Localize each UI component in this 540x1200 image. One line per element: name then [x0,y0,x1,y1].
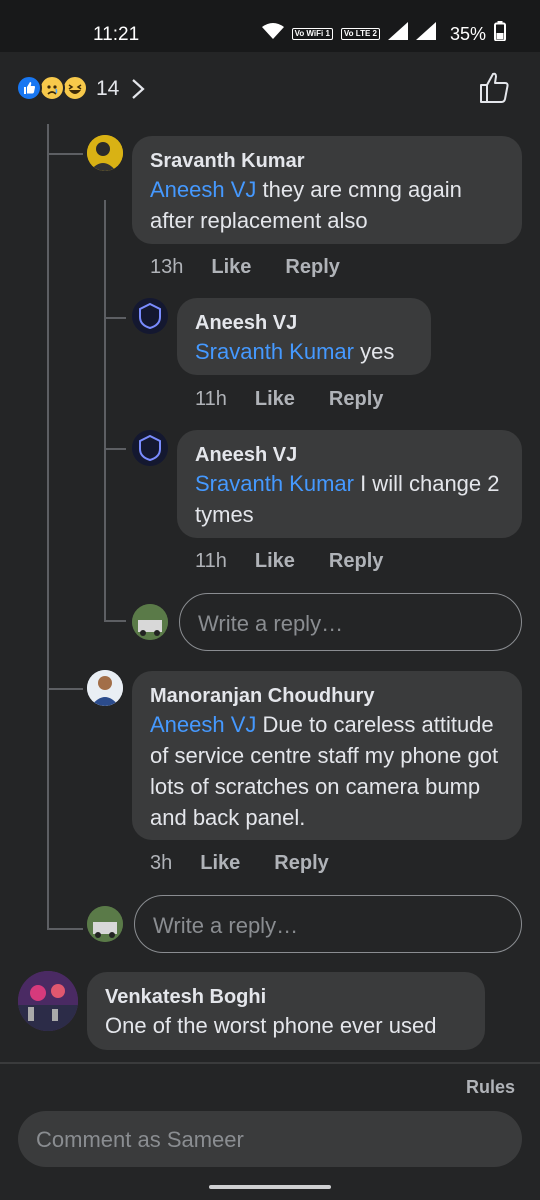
avatar-sravanth[interactable] [87,135,123,171]
comment-input[interactable]: Comment as Sameer [18,1111,522,1167]
thread-connector-5 [47,688,83,690]
thread-connector-2 [104,317,126,319]
home-indicator[interactable] [209,1185,331,1189]
comment-time[interactable]: 11h [195,388,227,411]
divider [0,1062,540,1064]
like-link[interactable]: Like [255,550,295,573]
sad-icon [39,75,65,101]
comment-bubble[interactable]: Manoranjan Choudhury Aneesh VJ Due to ca… [132,671,522,840]
reply-input[interactable]: Write a reply… [179,593,522,651]
avatar-current-user [87,906,123,942]
battery-icon [494,21,506,47]
like-icon [16,75,42,101]
comment-author[interactable]: Aneesh VJ [195,442,504,468]
status-time: 11:21 [93,24,140,45]
battery-percent: 35% [449,23,486,44]
comment-time[interactable]: 3h [150,852,172,875]
haha-icon [62,75,88,101]
comment-text: One of the worst phone ever used [105,1013,437,1038]
volte-badge: Vo LTE 2 [340,28,380,40]
comment-text: Sravanth Kumar I will change 2 tymes [195,471,500,527]
thread-line-nested [104,200,106,620]
thread-connector-6 [47,928,83,930]
reply-link[interactable]: Reply [274,852,328,875]
wifi-icon [261,22,284,46]
comment-bubble[interactable]: Aneesh VJ Sravanth Kumar I will change 2… [177,430,522,538]
reply-link[interactable]: Reply [329,550,383,573]
signal-icon [387,22,408,46]
avatar-manoranjan[interactable] [87,670,123,706]
comment-time[interactable]: 13h [150,256,183,279]
like-link[interactable]: Like [200,852,240,875]
avatar-current-user [132,604,168,640]
like-button-icon[interactable] [476,70,512,111]
comment-bubble[interactable]: Aneesh VJ Sravanth Kumar yes [177,298,431,375]
comment-meta: 11h Like Reply [195,388,417,411]
mention-link[interactable]: Sravanth Kumar [195,339,354,364]
comment-text: Sravanth Kumar yes [195,339,395,364]
comment-bubble[interactable]: Sravanth Kumar Aneesh VJ they are cmng a… [132,136,522,244]
comment-author[interactable]: Manoranjan Choudhury [150,683,504,709]
comment-author[interactable]: Aneesh VJ [195,310,413,336]
thread-line-main [47,124,49,930]
mention-link[interactable]: Aneesh VJ [150,712,256,737]
comment-time[interactable]: 11h [195,550,227,573]
reply-input[interactable]: Write a reply… [134,895,522,953]
comment-bubble[interactable]: Venkatesh Boghi One of the worst phone e… [87,972,485,1050]
signal-icon-2 [415,22,436,46]
rules-link[interactable]: Rules [466,1077,515,1098]
like-link[interactable]: Like [255,388,295,411]
comment-meta: 3h Like Reply [150,852,363,875]
status-icons: Vo WiFi 1 Vo LTE 2 35% [261,21,506,47]
reply-link[interactable]: Reply [329,388,383,411]
chevron-right-icon[interactable] [130,78,146,105]
comment-meta: 11h Like Reply [195,550,417,573]
reply-link[interactable]: Reply [285,256,339,279]
comment-meta: 13h Like Reply [150,256,374,279]
vowifi-badge: Vo WiFi 1 [291,28,333,40]
comment-text: Aneesh VJ Due to careless attitude of se… [150,712,499,830]
comment-author[interactable]: Sravanth Kumar [150,148,504,174]
thread-connector-1 [47,153,83,155]
avatar-aneesh[interactable] [132,298,168,334]
avatar-venkatesh[interactable] [18,971,78,1031]
mention-link[interactable]: Aneesh VJ [150,177,256,202]
status-bar: 11:21 Vo WiFi 1 Vo LTE 2 35% [0,0,540,52]
mention-link[interactable]: Sravanth Kumar [195,471,354,496]
like-link[interactable]: Like [211,256,251,279]
comment-text: Aneesh VJ they are cmng again after repl… [150,177,462,233]
thread-connector-3 [104,448,126,450]
comment-author[interactable]: Venkatesh Boghi [105,984,467,1010]
thread-connector-4 [104,620,126,622]
reaction-count[interactable]: 14 [96,77,119,101]
avatar-aneesh[interactable] [132,430,168,466]
